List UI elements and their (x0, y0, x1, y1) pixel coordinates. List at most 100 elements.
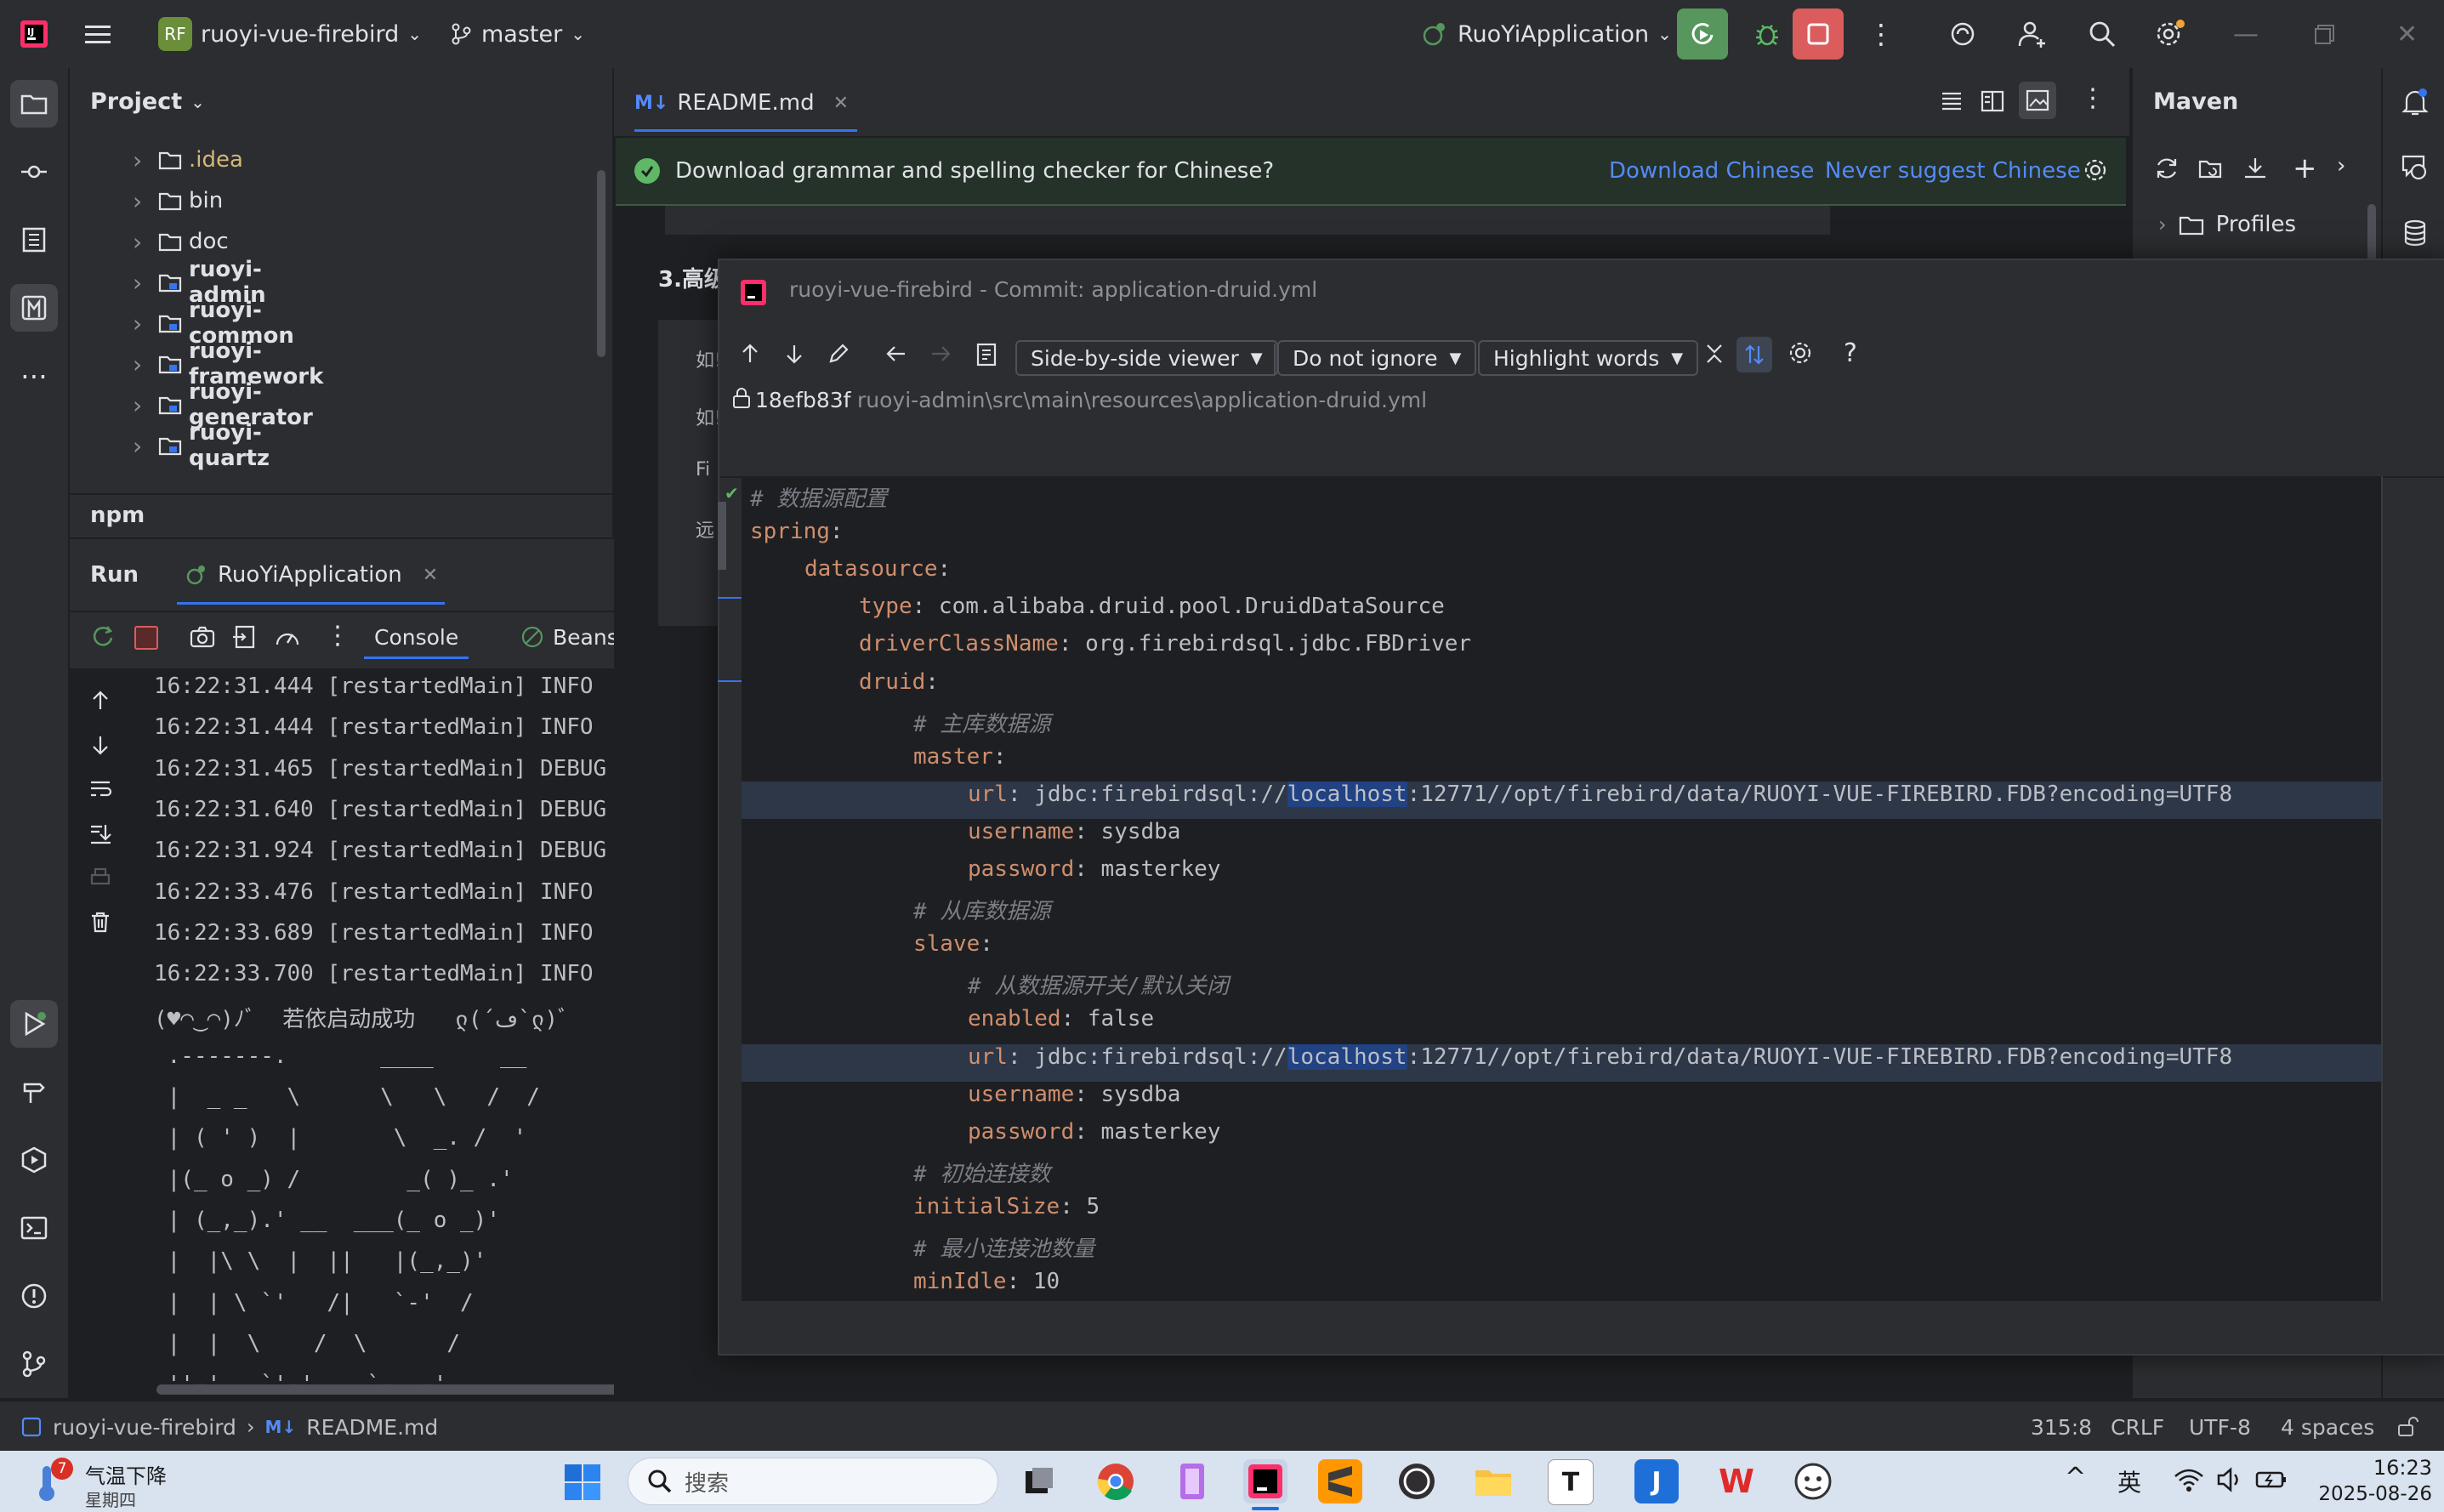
database-icon[interactable] (2400, 218, 2430, 248)
viewer-dropdown[interactable]: Side-by-side viewer ▼ (1015, 340, 1278, 376)
performance-icon[interactable] (274, 624, 301, 650)
ime-indicator[interactable]: 英 (2117, 1464, 2141, 1498)
search-icon[interactable] (2087, 0, 2117, 68)
ignore-dropdown[interactable]: Do not ignore ▼ (1277, 340, 1477, 376)
project-tool-icon[interactable] (10, 80, 58, 128)
tab-beans[interactable]: Beans (520, 617, 618, 657)
help-icon[interactable]: ? (1844, 338, 1857, 368)
editor-tab-readme[interactable]: M↓ README.md ✕ (634, 77, 858, 132)
task-view-icon[interactable] (1017, 1459, 1061, 1503)
sublime-text-icon[interactable] (1318, 1459, 1362, 1503)
unlock-icon[interactable] (2396, 1415, 2420, 1439)
chevron-right-icon[interactable]: › (133, 432, 142, 460)
chevron-right-icon[interactable]: › (133, 310, 142, 338)
close-tab-icon[interactable]: ✕ (423, 565, 438, 586)
project-scrollbar[interactable] (597, 170, 605, 357)
split-view-icon[interactable] (1980, 88, 2005, 114)
ai-chat-icon[interactable] (2400, 151, 2430, 182)
weather-title[interactable]: 气温下降 (85, 1459, 167, 1489)
breadcrumb-project[interactable]: ruoyi-vue-firebird (53, 1415, 236, 1440)
sync-scroll-icon[interactable] (1736, 337, 1772, 372)
build-tool-icon[interactable] (10, 1068, 58, 1116)
file-encoding[interactable]: UTF-8 (2189, 1401, 2251, 1452)
volume-icon[interactable] (2216, 1466, 2247, 1493)
chevron-right-icon[interactable]: › (133, 187, 142, 215)
restore-icon[interactable] (2313, 0, 2337, 68)
editor-more-icon[interactable]: ⋮ (2080, 83, 2106, 113)
chat-app-icon[interactable] (1791, 1459, 1835, 1503)
file-list-icon[interactable] (975, 342, 1000, 367)
more-tools-icon[interactable]: ⋯ (10, 352, 58, 400)
rerun-icon[interactable] (90, 624, 116, 650)
highlight-dropdown[interactable]: Highlight words ▼ (1478, 340, 1699, 376)
add-user-icon[interactable] (2017, 0, 2048, 68)
obs-icon[interactable] (1395, 1459, 1439, 1503)
problems-tool-icon[interactable] (10, 1272, 58, 1320)
collapse-unchanged-icon[interactable] (1702, 342, 1726, 366)
chrome-icon[interactable] (1094, 1459, 1138, 1503)
settings-gear-icon[interactable] (2153, 0, 2187, 68)
notes-app-icon[interactable] (1170, 1459, 1214, 1503)
project-selector[interactable]: RF ruoyi-vue-firebird ⌄ (158, 0, 422, 68)
commit-tool-icon[interactable] (10, 148, 58, 196)
project-panel-header[interactable]: Project ⌄ (90, 88, 205, 115)
run-config-selector[interactable]: RuoYiApplication ⌄ (1420, 0, 1672, 68)
wifi-icon[interactable] (2174, 1466, 2204, 1493)
chevron-up-icon[interactable]: ^ (2065, 1463, 2086, 1492)
structure-tool-icon[interactable] (10, 216, 58, 264)
restore-layout-icon[interactable] (231, 624, 257, 650)
maven-structure-tool-icon[interactable] (10, 284, 58, 332)
ai-assistant-icon[interactable] (1947, 0, 1978, 68)
dialog-gutter-scroll[interactable] (718, 502, 726, 570)
chevron-right-icon[interactable]: › (133, 146, 142, 174)
camera-icon[interactable] (189, 624, 216, 650)
clock-date[interactable]: 2025-08-26 (2296, 1483, 2432, 1505)
more-actions-icon[interactable]: ⋮ (1867, 0, 1895, 68)
java-app-icon[interactable]: J (1634, 1459, 1679, 1503)
forward-arrow-icon[interactable] (929, 342, 952, 366)
minimize-icon[interactable]: — (2233, 0, 2259, 68)
wps-icon[interactable]: W (1714, 1459, 1759, 1503)
npm-section[interactable]: npm (90, 495, 145, 536)
tab-console[interactable]: Console (364, 617, 469, 659)
editor-only-view-icon[interactable] (1939, 88, 1964, 114)
close-tab-icon[interactable]: ✕ (833, 93, 849, 114)
battery-icon[interactable] (2255, 1466, 2289, 1493)
diff-settings-icon[interactable] (1788, 340, 1813, 366)
add-icon[interactable]: + (2293, 151, 2317, 185)
chevron-right-icon[interactable]: › (133, 228, 142, 256)
run-tool-icon[interactable] (10, 1000, 58, 1048)
close-window-icon[interactable]: ✕ (2396, 0, 2418, 68)
next-diff-icon[interactable] (782, 342, 806, 366)
generate-sources-icon[interactable] (2197, 155, 2225, 182)
edit-pencil-icon[interactable] (827, 342, 850, 366)
download-chinese-link[interactable]: Download Chinese (1609, 138, 1814, 204)
stop-icon[interactable] (134, 626, 158, 650)
main-menu-icon[interactable] (83, 0, 112, 68)
download-icon[interactable] (2242, 155, 2269, 182)
reload-icon[interactable] (2153, 155, 2180, 182)
notifications-icon[interactable] (2400, 87, 2430, 117)
never-suggest-link[interactable]: Never suggest Chinese (1825, 138, 2081, 204)
rerun-button[interactable] (1677, 9, 1728, 60)
chevron-right-icon[interactable]: › (133, 350, 142, 378)
prev-diff-icon[interactable] (738, 342, 762, 366)
breadcrumb-file[interactable]: README.md (306, 1415, 438, 1440)
debug-button[interactable] (1742, 9, 1793, 60)
back-arrow-icon[interactable] (884, 342, 908, 366)
banner-settings-icon[interactable] (2082, 156, 2109, 184)
run-tab[interactable]: RuoYiApplication ✕ (177, 548, 446, 605)
branch-selector[interactable]: master ⌄ (449, 0, 585, 68)
more-options-icon[interactable]: ⋮ (325, 621, 350, 651)
chevron-right-icon[interactable]: › (133, 269, 142, 297)
indent-setting[interactable]: 4 spaces (2281, 1401, 2374, 1452)
maven-profiles-item[interactable]: › Profiles (2158, 204, 2296, 245)
intellij-taskbar-icon[interactable] (1243, 1459, 1287, 1503)
windows-start-icon[interactable] (563, 1463, 602, 1502)
terminal-tool-icon[interactable] (10, 1204, 58, 1252)
services-tool-icon[interactable] (10, 1136, 58, 1184)
clock-time[interactable]: 16:23 (2322, 1456, 2432, 1480)
chevron-right-icon[interactable]: › (2337, 153, 2345, 179)
preview-view-icon[interactable] (2019, 82, 2056, 119)
taskbar-search-box[interactable]: 搜索 (628, 1458, 998, 1505)
